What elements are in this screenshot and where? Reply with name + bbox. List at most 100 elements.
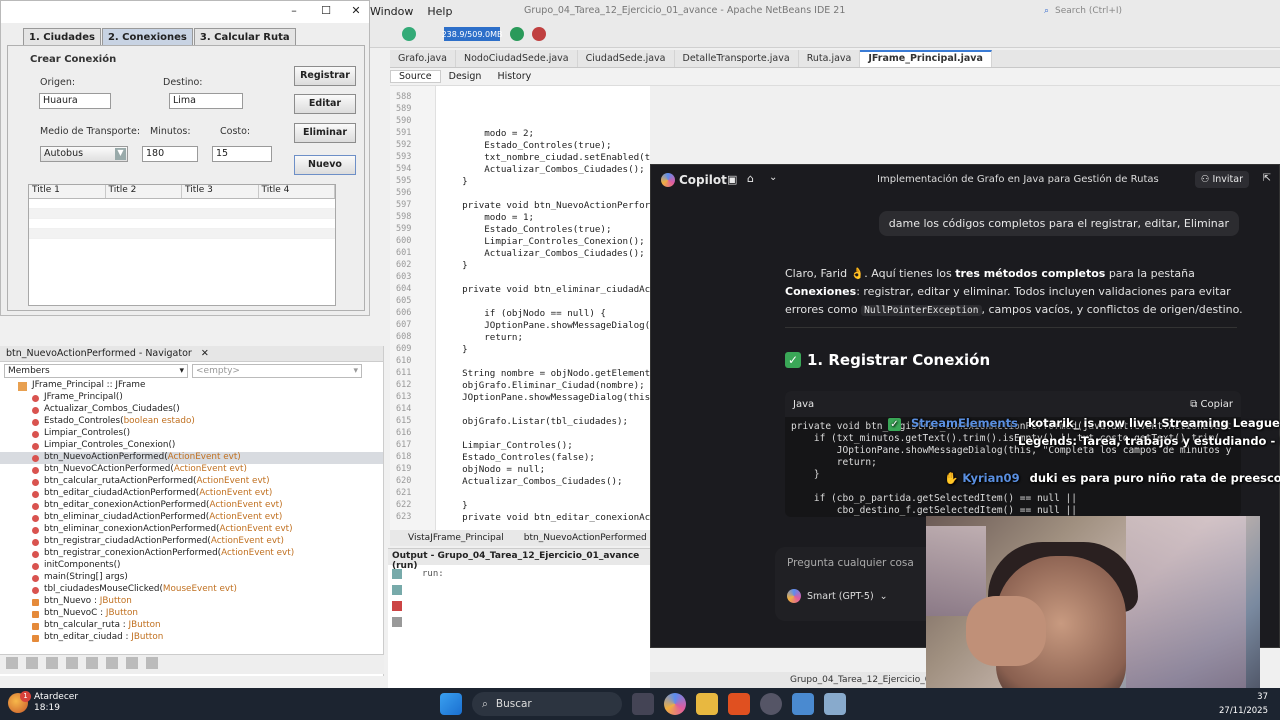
rerun-icon[interactable] [392, 585, 402, 595]
code-line[interactable]: private void btn_eliminar_ciudadActio [440, 284, 650, 296]
code-line[interactable]: txt_nombre_ciudad.setEnabled(true); [440, 152, 650, 164]
sidebar-toggle-icon[interactable]: ▣ [727, 173, 737, 186]
file-explorer-icon[interactable] [696, 693, 718, 715]
navigator-item[interactable]: btn_calcular_rutaActionPerformed(ActionE… [0, 476, 383, 488]
code-line[interactable]: return; [440, 332, 523, 344]
tab-detalle-transporte[interactable]: DetalleTransporte.java [675, 50, 799, 67]
toolbar-icon[interactable] [402, 27, 416, 41]
navigator-item[interactable]: btn_editar_ciudad : JButton [0, 632, 383, 644]
tab-conexiones[interactable]: 2. Conexiones [101, 28, 193, 46]
navigator-item[interactable]: btn_eliminar_ciudadActionPerformed(Actio… [0, 512, 383, 524]
menu-help[interactable]: Help [427, 5, 452, 18]
filter-icon[interactable] [6, 657, 18, 669]
tab-calcular-ruta[interactable]: 3. Calcular Ruta [193, 28, 296, 46]
tab-grafo[interactable]: Grafo.java [390, 50, 457, 67]
tab-jframe-principal[interactable]: JFrame_Principal.java [860, 50, 992, 67]
navigator-item[interactable]: btn_NuevoCActionPerformed(ActionEvent ev… [0, 464, 383, 476]
navigator-item[interactable]: btn_editar_ciudadActionPerformed(ActionE… [0, 488, 383, 500]
code-line[interactable]: Limpiar_Controles(); [440, 440, 573, 452]
minutes-field[interactable]: 180 [142, 146, 198, 162]
code-line[interactable]: } [440, 344, 468, 356]
navigator-item[interactable]: btn_eliminar_conexionActionPerformed(Act… [0, 524, 383, 536]
navigator-item[interactable]: JFrame_Principal() [0, 392, 383, 404]
code-line[interactable]: } [440, 500, 468, 512]
cost-field[interactable]: 15 [212, 146, 272, 162]
table-row[interactable] [29, 229, 335, 239]
weather-widget[interactable]: 1 Atardecer 18:19 [8, 691, 78, 714]
table-row[interactable] [29, 209, 335, 219]
registrar-button[interactable]: Registrar [294, 66, 356, 86]
navigator-item[interactable]: btn_registrar_ciudadActionPerformed(Acti… [0, 536, 383, 548]
maximize-icon[interactable]: ☐ [319, 4, 333, 18]
run-icon[interactable] [510, 27, 524, 41]
copy-button[interactable]: ⧉ Copiar [1190, 399, 1233, 410]
filter-icon[interactable] [86, 657, 98, 669]
code-editor[interactable]: modo = 2; Estado_Controles(true); txt_no… [436, 86, 650, 530]
navigator-item[interactable]: initComponents() [0, 560, 383, 572]
destination-field[interactable]: Lima [169, 93, 243, 109]
navigator-item[interactable]: Limpiar_Controles() [0, 428, 383, 440]
column-header[interactable]: Title 1 [29, 185, 106, 198]
github-icon[interactable] [760, 693, 782, 715]
code-line[interactable]: Actualizar_Combos_Ciudades(); [440, 476, 622, 488]
navigator-item[interactable]: btn_calcular_ruta : JButton [0, 620, 383, 632]
code-line[interactable]: Estado_Controles(true); [440, 224, 611, 236]
code-line[interactable]: JOptionPane.showMessageDialog(this, " [440, 392, 650, 404]
copilot-app-icon[interactable] [664, 693, 686, 715]
table-row[interactable] [29, 199, 335, 209]
filter-icon[interactable] [26, 657, 38, 669]
editar-button[interactable]: Editar [294, 94, 356, 114]
windows-start-icon[interactable] [440, 693, 462, 715]
brave-browser-icon[interactable] [728, 693, 750, 715]
design-mode-button[interactable]: Design [441, 71, 490, 82]
code-line[interactable]: } [440, 260, 468, 272]
navigator-item[interactable]: main(String[] args) [0, 572, 383, 584]
filter-icon[interactable] [106, 657, 118, 669]
column-header[interactable]: Title 3 [182, 185, 259, 198]
navigator-root[interactable]: JFrame_Principal :: JFrame [0, 380, 383, 392]
ide-search[interactable]: ⌕ Search (Ctrl+I) [1044, 3, 1184, 19]
system-clock[interactable]: 37 27/11/2025 [1219, 690, 1268, 718]
output-title[interactable]: Output - Grupo_04_Tarea_12_Ejercicio_01_… [392, 551, 639, 571]
minimize-icon[interactable]: – [287, 4, 301, 18]
code-line[interactable]: objGrafo.Eliminar_Ciudad(nombre); [440, 380, 645, 392]
tab-ciudades[interactable]: 1. Ciudades [23, 28, 101, 46]
code-line[interactable]: private void btn_NuevoActionPerformed [440, 200, 650, 212]
navigator-item[interactable]: Limpiar_Controles_Conexion() [0, 440, 383, 452]
filter-select[interactable]: <empty> ▾ [192, 364, 362, 378]
navigator-item[interactable]: Estado_Controles(boolean estado) [0, 416, 383, 428]
close-icon[interactable]: ✕ [349, 4, 363, 18]
members-select[interactable]: Members ▾ [4, 364, 188, 378]
navigator-item[interactable]: tbl_ciudadesMouseClicked(MouseEvent evt) [0, 584, 383, 596]
nuevo-button[interactable]: Nuevo [294, 155, 356, 175]
source-mode-button[interactable]: Source [390, 70, 441, 83]
taskbar-search[interactable]: ⌕ Buscar [472, 692, 622, 716]
code-line[interactable]: objGrafo.Listar(tbl_ciudades); [440, 416, 628, 428]
code-line[interactable]: Limpiar_Controles_Conexion(); [440, 236, 644, 248]
breadcrumb-class[interactable]: VistaJFrame_Principal [390, 533, 514, 543]
rerun-icon[interactable] [392, 569, 402, 579]
navigator-item[interactable]: btn_editar_conexionActionPerformed(Actio… [0, 500, 383, 512]
tab-ruta[interactable]: Ruta.java [799, 50, 861, 67]
navigator-item[interactable]: btn_registrar_conexionActionPerformed(Ac… [0, 548, 383, 560]
navigator-item[interactable]: btn_Nuevo : JButton [0, 596, 383, 608]
navigator-item[interactable]: Actualizar_Combos_Ciudades() [0, 404, 383, 416]
filter-icon[interactable] [46, 657, 58, 669]
memory-indicator[interactable]: 238.9/509.0MB [442, 27, 502, 41]
settings-icon[interactable] [392, 617, 402, 627]
task-view-icon[interactable] [632, 693, 654, 715]
code-line[interactable]: Actualizar_Combos_Ciudades(); [440, 164, 644, 176]
transport-select[interactable]: Autobus ▼ [40, 146, 128, 162]
code-line[interactable]: modo = 1; [440, 212, 534, 224]
menu-window[interactable]: Window [370, 5, 413, 18]
stop-icon[interactable] [392, 601, 402, 611]
invite-button[interactable]: ⚇ Invitar [1194, 171, 1249, 188]
column-header[interactable]: Title 2 [106, 185, 182, 198]
navigator-item[interactable]: btn_NuevoActionPerformed(ActionEvent evt… [0, 452, 383, 464]
chevron-down-icon[interactable]: ⌄ [769, 172, 777, 183]
close-icon[interactable]: ✕ [201, 348, 209, 359]
tab-nodo-ciudad-sede[interactable]: NodoCiudadSede.java [456, 50, 578, 67]
history-mode-button[interactable]: History [489, 71, 539, 82]
filter-icon[interactable] [146, 657, 158, 669]
netbeans-app-icon[interactable] [792, 693, 814, 715]
